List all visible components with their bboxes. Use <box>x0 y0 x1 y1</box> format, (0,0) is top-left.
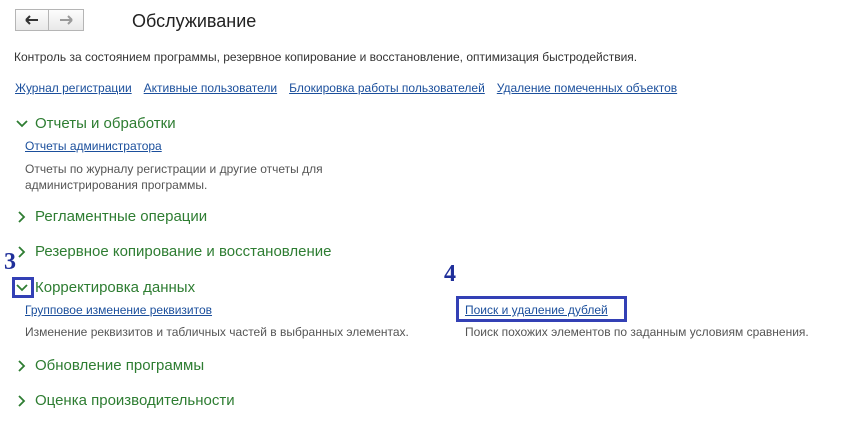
section-scheduled-header[interactable]: Регламентные операции <box>15 208 207 225</box>
reports-description-line1: Отчеты по журналу регистрации и другие о… <box>25 162 323 176</box>
chevron-right-icon <box>15 210 29 224</box>
back-button[interactable] <box>15 9 49 31</box>
duplicates-description: Поиск похожих элементов по заданным усло… <box>465 325 809 339</box>
section-scheduled-title: Регламентные операции <box>35 208 208 225</box>
annotation-marker-3: 3 <box>4 249 16 275</box>
page-description: Контроль за состоянием программы, резерв… <box>14 50 638 64</box>
chevron-right-icon <box>15 245 29 259</box>
link-lock-users[interactable]: Блокировка работы пользователей <box>289 81 485 95</box>
section-update-title: Обновление программы <box>35 357 205 374</box>
section-reports-header[interactable]: Отчеты и обработки <box>15 115 176 132</box>
section-correction-title: Корректировка данных <box>35 279 196 296</box>
reports-description-line2: администрирования программы. <box>25 178 208 192</box>
arrow-left-icon <box>25 15 39 25</box>
annotation-marker-4: 4 <box>444 261 456 287</box>
chevron-down-icon <box>15 117 29 131</box>
nav-buttons <box>15 9 85 33</box>
link-delete-marked[interactable]: Удаление помеченных объектов <box>497 81 677 95</box>
section-performance-title: Оценка производительности <box>35 392 235 409</box>
chevron-down-icon <box>15 281 29 295</box>
link-event-log[interactable]: Журнал регистрации <box>15 81 132 95</box>
section-correction-header[interactable]: Корректировка данных <box>15 279 195 296</box>
top-links: Журнал регистрации Активные пользователи… <box>15 81 677 95</box>
chevron-right-icon <box>15 394 29 408</box>
chevron-right-icon <box>15 359 29 373</box>
link-admin-reports[interactable]: Отчеты администратора <box>25 139 162 153</box>
reports-description: Отчеты по журналу регистрации и другие о… <box>25 161 323 193</box>
group-change-description: Изменение реквизитов и табличных частей … <box>25 325 409 339</box>
link-active-users[interactable]: Активные пользователи <box>144 81 277 95</box>
forward-button[interactable] <box>49 9 84 31</box>
section-performance-header[interactable]: Оценка производительности <box>15 392 235 409</box>
section-update-header[interactable]: Обновление программы <box>15 357 204 374</box>
section-backup-header[interactable]: Резервное копирование и восстановление <box>15 243 332 260</box>
link-find-delete-duplicates[interactable]: Поиск и удаление дублей <box>465 303 608 317</box>
link-group-change-attributes[interactable]: Групповое изменение реквизитов <box>25 303 212 317</box>
page-title: Обслуживание <box>132 11 257 31</box>
section-reports-title: Отчеты и обработки <box>35 115 176 132</box>
arrow-right-icon <box>59 15 73 25</box>
section-backup-title: Резервное копирование и восстановление <box>35 243 332 260</box>
